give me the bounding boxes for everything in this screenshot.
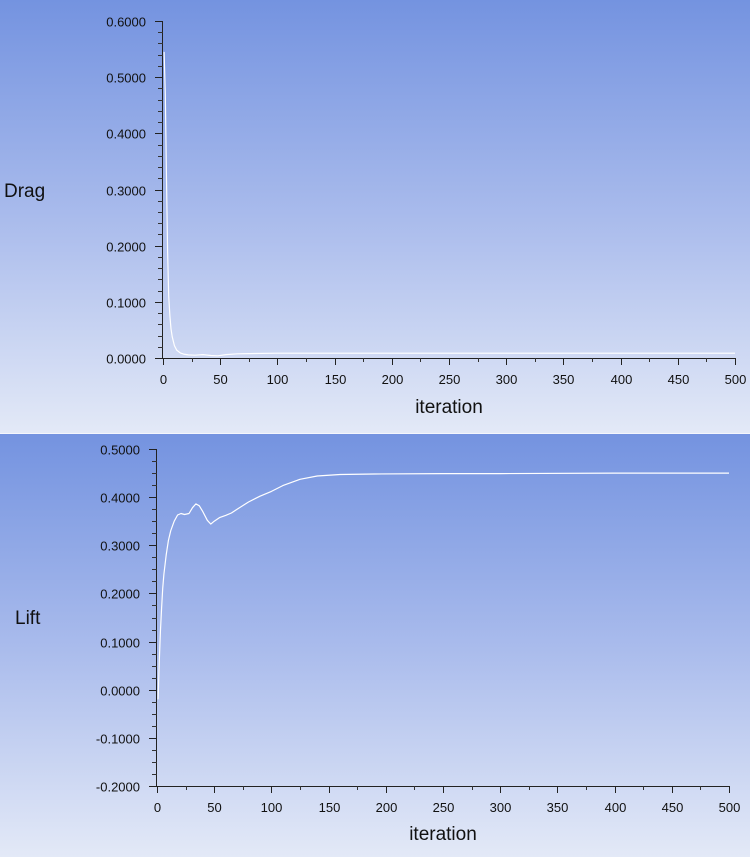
lift-x-tick-label: 200 (376, 800, 398, 815)
drag-chart-panel: 0.0000 0.1000 0.2000 0.3000 0.4000 0.5000 0.60… (0, 0, 750, 433)
drag-x-tick-label: 0 (160, 372, 167, 387)
drag-x-tick-label: 450 (668, 372, 690, 387)
lift-y-tick-label: 0.2000 (100, 587, 140, 602)
drag-x-axis-title: iteration (415, 397, 483, 418)
drag-y-tick-label: 0.3000 (106, 184, 146, 199)
drag-series-line (163, 51, 735, 357)
lift-y-tick-label: 0.5000 (100, 443, 140, 458)
drag-x-tick-label: 500 (725, 372, 747, 387)
lift-y-axis-title: Lift (15, 608, 41, 629)
lift-x-tick-label: 250 (433, 800, 455, 815)
lift-y-tick-label: 0.1000 (100, 636, 140, 651)
drag-y-tick-label: 0.5000 (106, 71, 146, 86)
lift-series-line (157, 472, 729, 700)
lift-x-tick-label: 400 (605, 800, 627, 815)
drag-y-tick-label: 0.2000 (106, 240, 146, 255)
drag-x-tick-label: 250 (439, 372, 461, 387)
drag-y-tick-label: 0.0000 (106, 352, 146, 367)
lift-y-tick-label: 0.0000 (100, 684, 140, 699)
lift-y-tick-label: -0.2000 (96, 780, 140, 795)
lift-x-tick-label: 450 (662, 800, 684, 815)
drag-x-tick-label: 200 (382, 372, 404, 387)
lift-x-tick-label: 0 (154, 800, 161, 815)
lift-y-tick-label: 0.3000 (100, 539, 140, 554)
drag-y-tick-label: 0.6000 (106, 15, 146, 30)
drag-x-tick-label: 50 (213, 372, 227, 387)
drag-y-tick-label: 0.4000 (106, 127, 146, 142)
lift-chart: -0.2000 -0.1000 0.0000 0.1000 0.2000 0.3000 0.… (15, 443, 741, 846)
lift-x-tick-label: 500 (719, 800, 741, 815)
drag-chart: 0.0000 0.1000 0.2000 0.3000 0.4000 0.5000 0.60… (4, 15, 747, 419)
drag-x-tick-label: 150 (325, 372, 347, 387)
lift-x-tick-label: 350 (547, 800, 569, 815)
drag-y-axis-title: Drag (4, 181, 45, 202)
lift-chart-panel: -0.2000 -0.1000 0.0000 0.1000 0.2000 0.3000 0.… (0, 434, 750, 857)
lift-y-tick-label: -0.1000 (96, 732, 140, 747)
lift-x-axis-title: iteration (409, 824, 477, 845)
lift-x-tick-label: 300 (490, 800, 512, 815)
drag-x-tick-label: 400 (611, 372, 633, 387)
lift-y-tick-label: 0.4000 (100, 491, 140, 506)
lift-x-tick-label: 150 (319, 800, 341, 815)
drag-x-tick-label: 350 (553, 372, 575, 387)
lift-x-tick-label: 50 (207, 800, 221, 815)
drag-x-tick-label: 100 (267, 372, 289, 387)
drag-y-tick-label: 0.1000 (106, 296, 146, 311)
lift-x-tick-label: 100 (261, 800, 283, 815)
drag-x-tick-label: 300 (496, 372, 518, 387)
